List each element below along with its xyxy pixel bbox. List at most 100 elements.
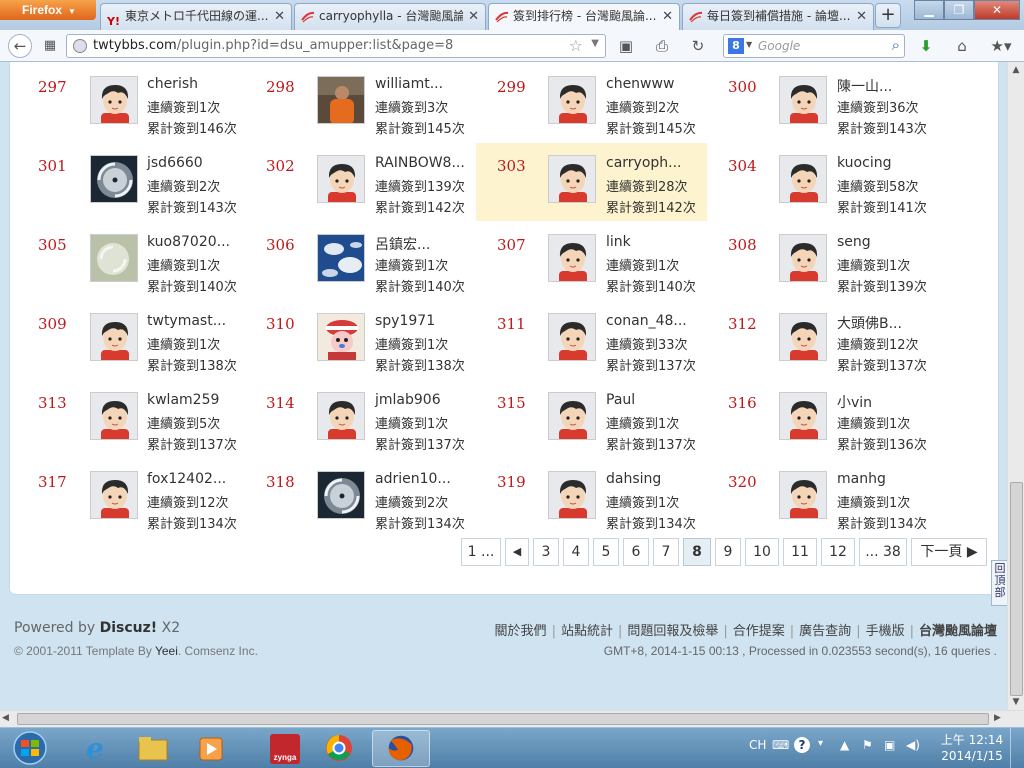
footer-link-stats[interactable]: 站點統計 [561, 624, 613, 639]
footer-link-cooperation[interactable]: 合作提案 [733, 624, 785, 639]
network-icon[interactable]: ▣ [884, 738, 895, 752]
page-5[interactable]: 5 [593, 538, 619, 566]
powered-brand[interactable]: Discuz! [100, 620, 158, 636]
print-icon[interactable]: ⎙ [652, 36, 672, 56]
minimize-button[interactable]: ▁ [914, 0, 944, 20]
scroll-up-icon[interactable]: ▲ [1008, 62, 1024, 78]
language-indicator[interactable]: CH [749, 738, 766, 752]
tab-signin-ranking[interactable]: 簽到排行榜 - 台灣颱風論... ✕ [488, 3, 680, 31]
file-explorer-icon[interactable] [124, 730, 182, 767]
search-bar[interactable]: 8 ▼ Google ⌕ [723, 34, 905, 58]
page-3[interactable]: 3 [533, 538, 559, 566]
page-8-current[interactable]: 8 [683, 538, 711, 566]
avatar[interactable] [317, 313, 365, 361]
username-link[interactable]: RAINBOW8... [375, 155, 465, 171]
footer-link-ads[interactable]: 廣告查詢 [799, 624, 851, 639]
show-hidden-icons-icon[interactable]: ▲ [840, 738, 849, 752]
back-arrow-icon[interactable]: ← [8, 34, 32, 58]
username-link[interactable]: carryoph... [606, 155, 682, 171]
avatar[interactable] [779, 392, 827, 440]
page-6[interactable]: 6 [623, 538, 649, 566]
avatar[interactable] [90, 471, 138, 519]
vertical-scrollbar[interactable]: ▲ ▼ [1007, 62, 1024, 710]
username-link[interactable]: seng [837, 234, 871, 250]
scroll-right-icon[interactable]: ▶ [994, 713, 1001, 723]
page-11[interactable]: 11 [783, 538, 817, 566]
avatar[interactable] [548, 313, 596, 361]
username-link[interactable]: 小vin [837, 392, 872, 412]
system-clock[interactable]: 上午 12:14 2014/1/15 [940, 732, 1004, 764]
username-link[interactable]: adrien10... [375, 471, 451, 487]
avatar[interactable] [779, 471, 827, 519]
restore-button[interactable]: ❐ [944, 0, 974, 20]
avatar[interactable] [90, 155, 138, 203]
username-link[interactable]: 陳一山... [837, 76, 892, 96]
google-icon[interactable]: 8 [728, 38, 744, 54]
avatar[interactable] [779, 155, 827, 203]
chevron-down-icon[interactable]: ▼ [746, 40, 752, 49]
reload-icon[interactable]: ↻ [688, 36, 708, 56]
username-link[interactable]: jmlab906 [375, 392, 441, 408]
avatar[interactable] [317, 76, 365, 124]
url-bar[interactable]: twtybbs.com/plugin.php?id=dsu_amupper:li… [66, 34, 606, 58]
tray-menu-icon[interactable]: ▾ [818, 738, 823, 749]
chrome-icon[interactable] [310, 730, 368, 767]
scroll-thumb[interactable] [17, 713, 989, 725]
close-window-button[interactable]: ✕ [974, 0, 1020, 20]
avatar[interactable] [90, 234, 138, 282]
avatar[interactable] [90, 392, 138, 440]
username-link[interactable]: conan_48... [606, 313, 687, 329]
search-placeholder[interactable]: Google [758, 39, 800, 53]
footer-link-mobile[interactable]: 手機版 [866, 624, 905, 639]
username-link[interactable]: 呂鎮宏... [375, 234, 430, 254]
footer-link-report[interactable]: 問題回報及檢舉 [627, 624, 718, 639]
show-desktop-button[interactable] [1010, 728, 1024, 768]
tab-carryophylla[interactable]: carryophylla - 台灣颱風論... ✕ [294, 3, 486, 30]
url-text[interactable]: twtybbs.com/plugin.php?id=dsu_amupper:li… [93, 38, 453, 53]
username-link[interactable]: williamt... [375, 76, 443, 92]
avatar[interactable] [317, 234, 365, 282]
footer-link-forum[interactable]: 台灣颱風論壇 [919, 624, 997, 639]
home-icon[interactable]: ⌂ [952, 36, 972, 56]
close-icon[interactable]: ✕ [856, 4, 867, 29]
next-page-button[interactable]: 下一頁 ▶ [911, 538, 987, 566]
help-icon[interactable]: ? [794, 737, 810, 753]
internet-explorer-icon[interactable]: e [66, 730, 124, 767]
back-to-top-button[interactable]: 回頂部 [991, 560, 1007, 606]
username-link[interactable]: twtymast... [147, 313, 226, 329]
avatar[interactable] [548, 76, 596, 124]
close-icon[interactable]: ✕ [274, 4, 285, 29]
page-4[interactable]: 4 [563, 538, 589, 566]
page-last[interactable]: ... 38 [859, 538, 907, 566]
page-9[interactable]: 9 [715, 538, 741, 566]
avatar[interactable] [548, 155, 596, 203]
avatar[interactable] [548, 392, 596, 440]
firefox-menu-button[interactable]: Firefox ▼ [0, 0, 96, 20]
volume-icon[interactable]: ◀) [906, 738, 920, 752]
footer-link-about[interactable]: 關於我們 [495, 624, 547, 639]
tab-daily-signin-compensation[interactable]: 每日簽到補償措施 - 論壇... ✕ [682, 3, 874, 30]
zynga-icon[interactable]: zynga [256, 730, 314, 767]
avatar[interactable] [548, 471, 596, 519]
new-tab-button[interactable]: + [875, 3, 901, 28]
bookmark-menu-icon[interactable]: ★▾ [986, 36, 1016, 56]
scroll-left-icon[interactable]: ◀ [2, 713, 9, 723]
username-link[interactable]: fox12402... [147, 471, 226, 487]
avatar[interactable] [90, 76, 138, 124]
username-link[interactable]: kuo87020... [147, 234, 230, 250]
username-link[interactable]: jsd6660 [147, 155, 203, 171]
username-link[interactable]: spy1971 [375, 313, 435, 329]
avatar[interactable] [779, 76, 827, 124]
scroll-down-icon[interactable]: ▼ [1008, 694, 1024, 710]
avatar[interactable] [317, 392, 365, 440]
close-icon[interactable]: ✕ [662, 4, 673, 29]
username-link[interactable]: kwlam259 [147, 392, 219, 408]
bookmarks-icon[interactable]: ▣ [616, 36, 636, 56]
close-icon[interactable]: ✕ [468, 4, 479, 29]
media-player-icon[interactable] [182, 730, 240, 767]
username-link[interactable]: cherish [147, 76, 198, 92]
flag-icon[interactable]: ⚑ [862, 738, 873, 752]
horizontal-scrollbar[interactable]: ◀ ▶ [0, 710, 1024, 727]
username-link[interactable]: chenwww [606, 76, 674, 92]
keyboard-icon[interactable]: ⌨ [772, 738, 789, 752]
